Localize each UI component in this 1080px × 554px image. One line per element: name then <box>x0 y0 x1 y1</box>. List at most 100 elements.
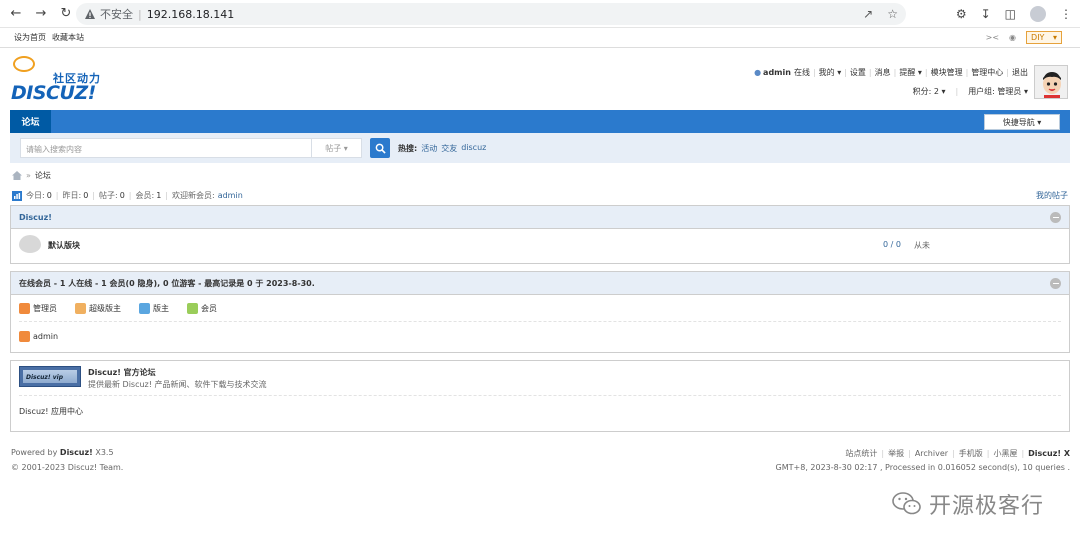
friend-link-row: Discuz! vip Discuz! 官方论坛 提供最新 Discuz! 产品… <box>11 361 1069 395</box>
hot-keyword[interactable]: 交友 <box>441 143 457 154</box>
today-value: 0 <box>46 191 52 200</box>
friend-links-box: Discuz! vip Discuz! 官方论坛 提供最新 Discuz! 产品… <box>10 360 1070 432</box>
today-label: 今日: <box>26 191 45 200</box>
bookmark-star-icon[interactable]: ☆ <box>887 7 898 21</box>
hot-keyword[interactable]: discuz <box>461 143 486 154</box>
search-input[interactable]: 请输入搜索内容 <box>20 138 312 158</box>
sidepanel-icon[interactable]: ◫ <box>1005 7 1016 21</box>
legend-label: 管理员 <box>33 304 57 313</box>
legend-label: 超级版主 <box>89 304 121 313</box>
app-center-link[interactable]: Discuz! 应用中心 <box>19 395 1061 427</box>
moderator-user-icon <box>139 303 150 314</box>
footer-link[interactable]: 手机版 <box>959 448 983 459</box>
footer-copyright: © 2001-2023 Discuz! Team. <box>11 463 124 472</box>
download-icon[interactable]: ↧ <box>981 7 991 21</box>
warning-icon <box>85 9 95 19</box>
forward-icon[interactable]: → <box>33 6 49 22</box>
online-box: 在线会员 - 1 人在线 - 1 会员(0 隐身), 0 位游客 - 最高记录是… <box>10 271 1070 353</box>
posts-label: 帖子: <box>99 191 118 200</box>
footer-link[interactable]: 举报 <box>888 448 904 459</box>
collapse-icon[interactable] <box>1050 212 1061 223</box>
search-type-select[interactable]: 帖子 ▾ <box>312 138 362 158</box>
forum-name[interactable]: 默认版块 <box>48 240 80 251</box>
menu-icon[interactable]: ⋮ <box>1060 7 1072 21</box>
my-posts-link[interactable]: 我的帖子 <box>1036 190 1068 201</box>
online-member-link[interactable]: admin <box>33 332 58 341</box>
usergroup-menu[interactable]: 用户组: 管理员 ▾ <box>968 86 1028 97</box>
online-header: 在线会员 - 1 人在线 - 1 会员(0 隐身), 0 位游客 - 最高记录是… <box>11 272 1069 295</box>
logout-link[interactable]: 退出 <box>1012 67 1028 78</box>
home-icon[interactable] <box>12 171 22 180</box>
address-separator: | <box>138 7 142 21</box>
extensions-icon[interactable]: ⚙ <box>956 7 967 21</box>
user-menu: ● admin 在线 | 我的 ▾ | 设置 | 消息 | 提醒 ▾ | 模块管… <box>754 67 1028 78</box>
online-member-list: admin <box>11 322 1069 351</box>
watermark-text: 开源极客行 <box>928 494 1044 519</box>
stats-chart-icon <box>12 190 22 201</box>
style-icon[interactable]: ◉ <box>1009 33 1016 42</box>
members-value: 1 <box>156 191 162 200</box>
hot-keyword[interactable]: 活动 <box>421 143 437 154</box>
url-text: 192.168.18.141 <box>146 7 235 21</box>
site-logo[interactable]: 社区动力 DISCUZ! <box>11 56 106 104</box>
posts-value: 0 <box>119 191 125 200</box>
forum-stats: 今日: 0 | 昨日: 0 | 帖子: 0 | 会员: 1 | 欢迎新会员: admin <box>12 190 243 201</box>
avatar[interactable] <box>1034 65 1068 99</box>
site-header: 社区动力 DISCUZ! ● admin 在线 | 我的 ▾ | 设置 | 消息… <box>0 48 1080 110</box>
admin-user-icon <box>19 331 30 342</box>
breadcrumb-current[interactable]: 论坛 <box>35 170 51 181</box>
online-status: 在线 <box>793 68 810 77</box>
forum-bubble-icon <box>19 235 41 253</box>
my-menu[interactable]: 我的 ▾ <box>819 67 842 78</box>
reload-icon[interactable]: ↻ <box>58 6 74 22</box>
category-header: Discuz! <box>11 206 1069 229</box>
tab-forum[interactable]: 论坛 <box>10 110 51 133</box>
admin-center-link[interactable]: 管理中心 <box>971 67 1003 78</box>
footer-link[interactable]: 小黑屋 <box>993 448 1017 459</box>
category-title[interactable]: Discuz! <box>19 213 52 222</box>
supermod-user-icon <box>75 303 86 314</box>
breadcrumb-separator: » <box>26 171 31 180</box>
footer-brand[interactable]: Discuz! <box>60 448 93 457</box>
friend-link-desc: 提供最新 Discuz! 产品新闻、软件下载与技术交流 <box>88 380 267 389</box>
admin-user-icon <box>19 303 30 314</box>
yesterday-label: 昨日: <box>62 191 82 200</box>
add-favorite-link[interactable]: 收藏本站 <box>52 32 84 43</box>
settings-link[interactable]: 设置 <box>850 67 866 78</box>
profile-icon[interactable] <box>1030 6 1046 22</box>
collapse-icon[interactable] <box>1050 278 1061 289</box>
footer-link[interactable]: Archiver <box>915 449 948 458</box>
username-link[interactable]: admin <box>763 68 791 77</box>
forum-last-post: 从未 <box>914 241 930 250</box>
search-button[interactable] <box>370 138 390 158</box>
online-title: 在线会员 - 1 人在线 - 1 会员(0 隐身), 0 位游客 - 最高记录是… <box>19 278 315 288</box>
share-icon[interactable]: ↗ <box>863 7 873 21</box>
diy-button[interactable]: DIY ▾ <box>1026 31 1062 44</box>
logo-en: DISCUZ! <box>11 82 96 104</box>
members-label: 会员: <box>135 191 155 200</box>
set-homepage-link[interactable]: 设为首页 <box>14 32 46 43</box>
logo-bubble-icon <box>13 56 35 72</box>
address-bar[interactable]: 不安全 | 192.168.18.141 ↗ ☆ <box>76 3 906 25</box>
newest-member-link[interactable]: admin <box>218 191 243 200</box>
reminders-menu[interactable]: 提醒 ▾ <box>899 67 922 78</box>
friend-link-title[interactable]: Discuz! 官方论坛 <box>88 367 156 378</box>
switch-width-icon[interactable]: >< <box>986 33 999 42</box>
messages-link[interactable]: 消息 <box>875 67 891 78</box>
footer-link[interactable]: 站点统计 <box>845 448 877 459</box>
back-icon[interactable]: ← <box>8 6 24 22</box>
user-icon: ● <box>754 68 762 77</box>
insecure-label: 不安全 <box>100 8 133 21</box>
forum-count: 0 / 0 <box>883 240 901 249</box>
module-mgmt-link[interactable]: 模块管理 <box>931 67 963 78</box>
quick-nav-button[interactable]: 快捷导航 ▾ <box>984 114 1060 130</box>
footer-processed: GMT+8, 2023-8-30 02:17 , Processed in 0.… <box>775 463 1070 472</box>
credits-menu[interactable]: 积分: 2 ▾ <box>913 86 946 97</box>
user-info-bar: 积分: 2 ▾ | 用户组: 管理员 ▾ <box>912 86 1028 97</box>
discuz-vip-logo[interactable]: Discuz! vip <box>19 366 81 387</box>
footer-brand-right[interactable]: Discuz! X <box>1028 449 1070 458</box>
wechat-icon <box>892 492 921 515</box>
legend-label: 版主 <box>153 304 169 313</box>
online-legend: 管理员 超级版主 版主 会员 <box>11 295 1069 314</box>
search-bar: 请输入搜索内容 帖子 ▾ 热搜: 活动 交友 discuz <box>10 133 1070 163</box>
